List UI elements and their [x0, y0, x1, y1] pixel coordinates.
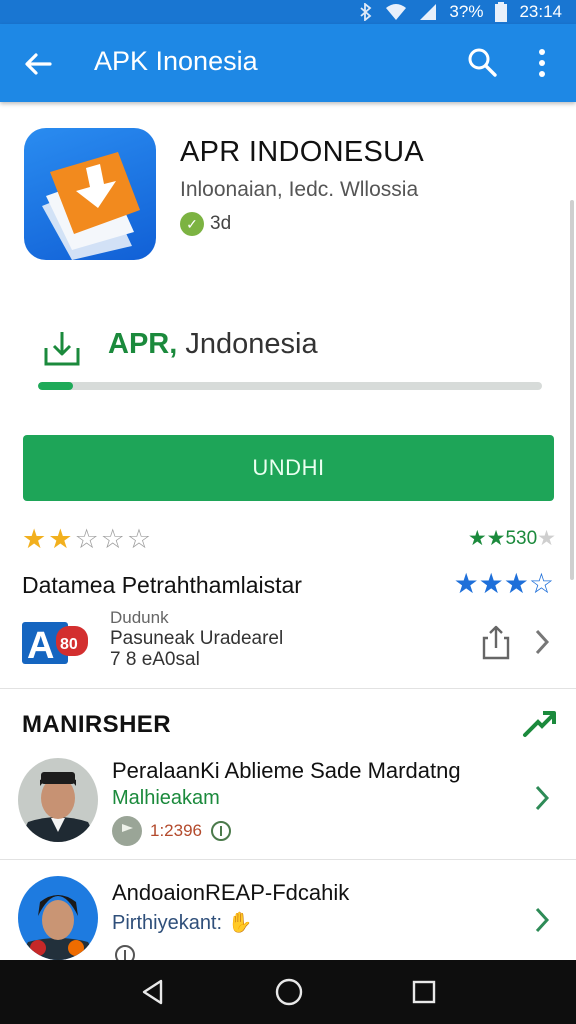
svg-text:80: 80: [60, 636, 78, 653]
section-title: MANIRSHER: [22, 711, 171, 738]
app-title: APR INDONESUA: [180, 136, 424, 168]
divider: [0, 688, 576, 689]
status-bar: 3?% 23:14: [0, 0, 576, 24]
download-label-bold: APR,: [108, 328, 178, 360]
signal-icon: [420, 4, 437, 20]
info-icon: [211, 821, 231, 841]
star-icon: ★: [467, 527, 487, 550]
developer-stars: ★ ★ ★ ☆: [454, 569, 554, 599]
triangle-back-icon[interactable]: [139, 978, 167, 1006]
download-row: APR, Jndonesia: [42, 328, 318, 368]
app-subtitle: Inloonaian, Iedc. Wllossia: [180, 178, 419, 201]
badge-text: 3d: [210, 213, 232, 234]
arrow-left-icon[interactable]: [22, 48, 54, 80]
star-icon: ☆: [74, 524, 99, 554]
download-label-rest: Jndonesia: [177, 328, 318, 360]
avatar: [18, 758, 98, 842]
star-icon: ★: [503, 568, 529, 599]
page-title: APK Inonesia: [94, 46, 258, 76]
download-label: APR, Jndonesia: [108, 328, 318, 361]
star-icon: ★: [478, 568, 504, 599]
star-icon: ☆: [100, 524, 125, 554]
download-icon: [44, 332, 80, 366]
download-folder-icon: [42, 152, 140, 260]
app-icon: [24, 128, 156, 260]
verified-badge: ✓ 3d: [180, 212, 231, 236]
more-vert-icon[interactable]: [530, 46, 554, 80]
app-bar: APK Inonesia: [0, 24, 576, 102]
system-nav-bar: [0, 960, 576, 1024]
flag-icon: [112, 816, 142, 846]
star-icon: ☆: [126, 524, 152, 554]
item-meta: 1:2396: [112, 816, 232, 846]
developer-logo-icon: A 80: [22, 622, 88, 666]
avatar: [18, 876, 98, 960]
list-item[interactable]: AndoaionREAP-Fdcahik Pirthiyekant: ✋: [0, 870, 576, 965]
developer-line-1: Dudunk: [110, 608, 169, 627]
star-icon: ★: [22, 524, 47, 554]
download-progress-fill: [38, 382, 74, 390]
developer-line-2: Pasuneak Uradearel: [110, 628, 284, 649]
bluetooth-icon: [360, 3, 372, 21]
square-recents-icon[interactable]: [411, 979, 437, 1005]
wifi-icon: [386, 4, 407, 20]
star-icon: ☆: [528, 568, 554, 599]
battery-percent: 3?%: [449, 2, 484, 21]
rating-summary: ★★ 530 ★: [468, 526, 556, 552]
list-item[interactable]: PeralaanKi Ablieme Sade Mardatng Malhiea…: [0, 752, 576, 858]
star-icon: ★: [453, 568, 479, 599]
share-icon[interactable]: [482, 624, 510, 660]
star-icon: ★: [486, 527, 506, 550]
developer-line-3: 7 8 eA0sal: [110, 649, 200, 670]
scrollbar[interactable]: [570, 200, 574, 580]
rating-summary-empty-star: ★: [537, 527, 556, 550]
rating-stars: ★ ★ ☆ ☆ ☆: [22, 524, 151, 554]
item-subtitle: Pirthiyekant: ✋: [112, 910, 253, 935]
search-icon[interactable]: [466, 46, 498, 78]
item-subtitle: Malhieakam: [112, 787, 220, 809]
divider: [0, 859, 576, 860]
star-icon: ★: [48, 524, 73, 554]
chevron-right-icon[interactable]: [532, 628, 552, 656]
rating-summary-stars: ★★: [468, 526, 506, 552]
checkmark-icon: ✓: [180, 212, 204, 236]
svg-text:A: A: [27, 625, 54, 666]
circle-home-icon[interactable]: [274, 977, 304, 1007]
item-title: PeralaanKi Ablieme Sade Mardatng: [112, 758, 461, 783]
item-title: AndoaionREAP-Fdcahik: [112, 880, 350, 905]
clock: 23:14: [519, 2, 562, 21]
rating-count: 530: [505, 528, 538, 549]
battery-icon: [495, 2, 508, 22]
item-meta-text: 1:2396: [150, 821, 202, 840]
install-button[interactable]: UNDHI: [23, 435, 554, 501]
item-subtitle-text: Pirthiyekant:: [112, 912, 223, 934]
chevron-right-icon[interactable]: [532, 784, 552, 812]
hand-icon: ✋: [227, 912, 253, 934]
chevron-right-icon[interactable]: [532, 906, 552, 934]
developer-details: Dudunk Pasuneak Uradearel 7 8 eA0sal: [110, 607, 283, 670]
trending-up-icon[interactable]: [522, 708, 556, 738]
download-progress-bar: [38, 382, 542, 390]
developer-name: Datamea Petrahthamlaistar: [22, 572, 302, 598]
